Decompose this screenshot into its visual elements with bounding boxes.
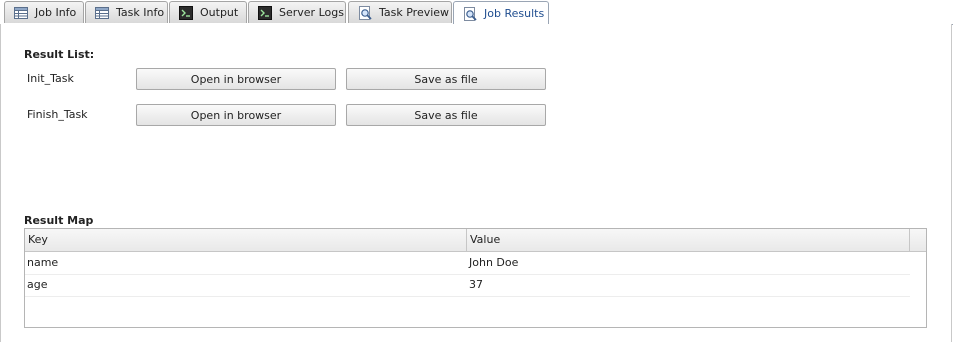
tab-output[interactable]: Output	[169, 1, 247, 23]
table-icon	[14, 6, 28, 19]
magnifier-icon	[359, 5, 372, 20]
cell-value: John Doe	[469, 256, 519, 269]
table-row[interactable]: name John Doe	[25, 252, 910, 275]
save-as-file-button[interactable]: Save as file	[346, 68, 546, 90]
tab-job-info-label: Job Info	[35, 6, 77, 19]
cell-key: age	[27, 278, 48, 291]
terminal-icon	[258, 5, 272, 20]
column-header-value[interactable]: Value	[467, 229, 910, 251]
tab-server-logs[interactable]: Server Logs	[248, 1, 346, 23]
column-header-spacer	[910, 229, 926, 251]
cell-key: name	[27, 256, 59, 269]
cell-value: 37	[469, 278, 483, 291]
tab-job-results[interactable]: Job Results	[453, 1, 549, 25]
magnifier-icon	[464, 6, 477, 21]
tab-task-preview-label: Task Preview	[379, 6, 450, 19]
result-map-title: Result Map	[24, 214, 94, 227]
table-header: Key Value	[25, 229, 926, 252]
result-map-table[interactable]: Key Value name John Doe age 37	[24, 228, 927, 328]
terminal-icon	[179, 5, 193, 20]
tab-task-info[interactable]: Task Info	[85, 1, 168, 23]
result-item-name: Finish_Task	[27, 108, 88, 121]
tab-task-info-label: Task Info	[116, 6, 165, 19]
result-item-name: Init_Task	[27, 72, 74, 85]
open-in-browser-button[interactable]: Open in browser	[136, 104, 336, 126]
tab-job-results-label: Job Results	[484, 7, 545, 20]
table-icon	[95, 6, 109, 19]
tab-job-info[interactable]: Job Info	[4, 1, 84, 23]
open-in-browser-button[interactable]: Open in browser	[136, 68, 336, 90]
tab-task-preview[interactable]: Task Preview	[348, 1, 452, 23]
table-row[interactable]: age 37	[25, 274, 910, 297]
tab-server-logs-label: Server Logs	[279, 6, 344, 19]
column-header-key[interactable]: Key	[25, 229, 467, 251]
result-list-title: Result List:	[24, 48, 95, 61]
tab-strip: Job Info Task Info Output Server Logs Ta…	[0, 0, 953, 25]
save-as-file-button[interactable]: Save as file	[346, 104, 546, 126]
tab-output-label: Output	[200, 6, 239, 19]
job-results-window: Job Info Task Info Output Server Logs Ta…	[0, 0, 953, 342]
